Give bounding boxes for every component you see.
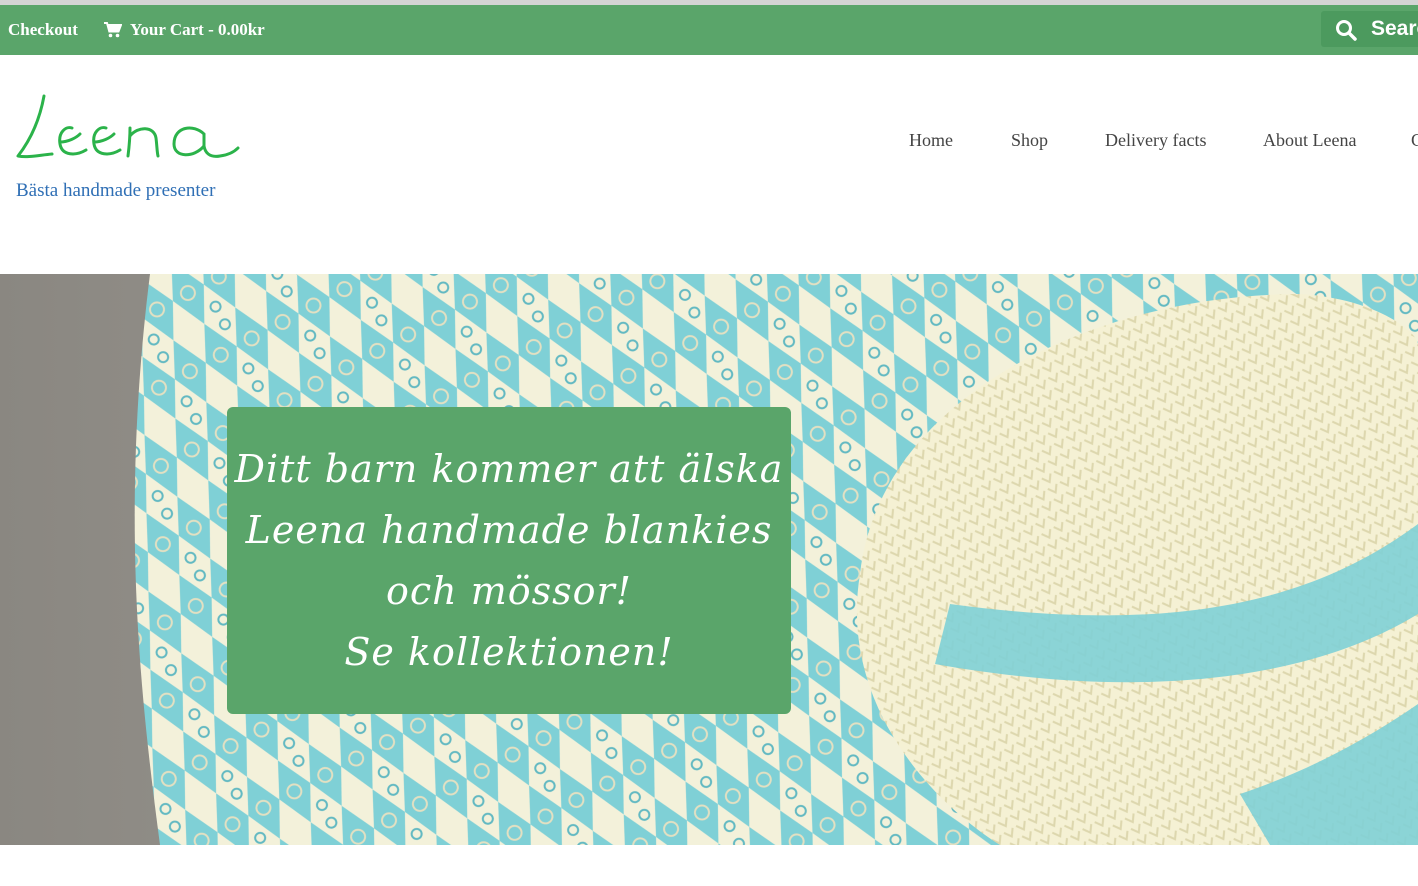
nav-item-home[interactable]: Home (909, 130, 953, 151)
leena-logo-mark (16, 94, 240, 159)
site-tagline: Bästa handmade presenter (16, 180, 216, 201)
nav-item-shop[interactable]: Shop (1011, 130, 1048, 151)
hero-banner[interactable]: Ditt barn kommer att älska Leena handmad… (227, 407, 791, 714)
search-label: Search (1371, 17, 1418, 40)
cart-icon (104, 22, 123, 38)
checkout-link[interactable]: Checkout (8, 5, 78, 55)
cart-label: Your Cart - 0.00kr (130, 20, 265, 39)
search-icon (1336, 20, 1357, 41)
nav-item-about-leena[interactable]: About Leena (1263, 130, 1356, 151)
search-button[interactable]: Search (1321, 11, 1418, 47)
hero-slider[interactable]: Ditt barn kommer att älska Leena handmad… (0, 274, 1418, 845)
site-logo[interactable] (14, 88, 244, 171)
banner-line: och mössor! (386, 568, 632, 613)
cart-link[interactable]: Your Cart - 0.00kr (104, 5, 265, 55)
nav-item-delivery-facts[interactable]: Delivery facts (1105, 130, 1206, 151)
banner-line: Se kollektionen! (344, 629, 674, 674)
banner-line: Leena handmade blankies (245, 507, 773, 552)
nav-item-contact[interactable]: C (1411, 130, 1418, 151)
top-bar: Checkout Your Cart - 0.00kr Search (0, 5, 1418, 55)
banner-line: Ditt barn kommer att älska (234, 446, 784, 491)
